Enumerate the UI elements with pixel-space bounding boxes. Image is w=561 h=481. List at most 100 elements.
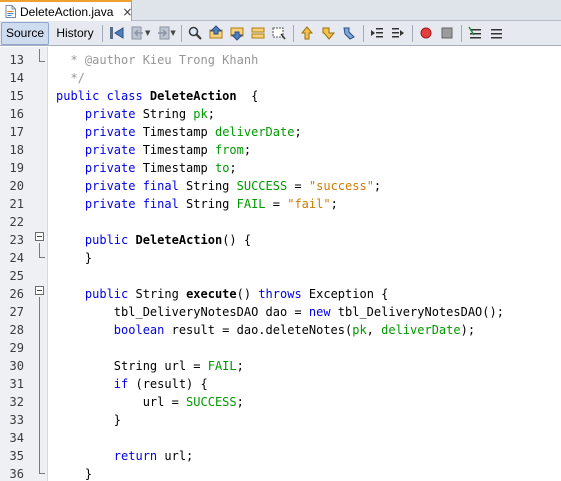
shift-left-icon[interactable] <box>367 22 388 44</box>
code-token: Timestamp <box>135 161 215 175</box>
code-token: (result) { <box>128 377 208 391</box>
code-line[interactable]: 15 public class DeleteAction { <box>0 87 561 105</box>
close-tab-icon[interactable]: × <box>122 6 132 18</box>
editor-toolbar: Source History ▼ ▼ <box>0 21 561 46</box>
code-line[interactable]: 16 private String pk; <box>0 105 561 123</box>
code-token: pk <box>193 107 208 121</box>
code-text: String url = FAIL; <box>56 357 244 375</box>
code-line[interactable]: 21 private final String FAIL = "fail"; <box>0 195 561 213</box>
code-line[interactable]: 33 } <box>0 411 561 429</box>
code-token: private final <box>84 197 179 211</box>
back-dropdown-icon[interactable]: ▼ <box>145 29 150 37</box>
code-text: if (result) { <box>56 375 208 393</box>
find-icon[interactable] <box>185 22 206 44</box>
code-token: DeleteAction <box>149 89 237 103</box>
code-line[interactable]: 36 } <box>0 465 561 481</box>
java-file-icon <box>5 5 16 18</box>
code-line[interactable]: 26 public String execute() throws Except… <box>0 285 561 303</box>
line-number: 13 <box>9 53 24 67</box>
code-token: ; <box>229 161 237 175</box>
code-line[interactable]: 19 private Timestamp to; <box>0 159 561 177</box>
line-number: 26 <box>9 287 24 301</box>
code-line[interactable]: 22 <box>0 213 561 231</box>
comment-icon[interactable] <box>465 22 486 44</box>
code-token: } <box>56 467 93 481</box>
file-tab[interactable]: DeleteAction.java × <box>0 0 132 21</box>
last-edit-icon[interactable] <box>106 22 127 44</box>
code-token: private <box>84 143 136 157</box>
line-number: 27 <box>9 305 24 319</box>
code-token: String <box>178 179 237 193</box>
code-line[interactable]: 32 url = SUCCESS; <box>0 393 561 411</box>
code-line[interactable]: 29 <box>0 339 561 357</box>
code-token: SUCCESS <box>236 179 288 193</box>
code-token: () <box>236 287 259 301</box>
source-button[interactable]: Source <box>1 21 49 45</box>
toolbar-separator <box>102 24 103 42</box>
fold-end-marker <box>39 257 45 258</box>
code-token: return <box>113 449 158 463</box>
code-token: url; <box>157 449 194 463</box>
line-number: 18 <box>9 143 24 157</box>
code-text: private final String FAIL = "fail"; <box>56 195 338 213</box>
code-token: ); <box>460 323 476 337</box>
toggle-bookmark-icon[interactable] <box>339 22 360 44</box>
toolbar-separator <box>362 24 364 42</box>
code-token: to <box>214 161 230 175</box>
code-line[interactable]: 34 <box>0 429 561 447</box>
editor-tab-bar: DeleteAction.java × <box>0 0 561 21</box>
code-token: FAIL <box>207 359 237 373</box>
code-token: Timestamp <box>135 125 215 139</box>
history-button[interactable]: History <box>51 22 99 45</box>
code-line[interactable]: 13 * @author Kieu Trong Khanh <box>0 51 561 69</box>
code-line[interactable]: 20 private final String SUCCESS = "succe… <box>0 177 561 195</box>
code-text: public DeleteAction() { <box>56 231 251 249</box>
line-number: 19 <box>9 161 24 175</box>
start-macro-icon[interactable] <box>416 22 437 44</box>
code-text: url = SUCCESS; <box>56 393 244 411</box>
code-line[interactable]: 28 boolean result = dao.deleteNotes(pk, … <box>0 321 561 339</box>
forward-dropdown-icon[interactable]: ▼ <box>170 29 175 37</box>
code-token: tbl_DeliveryNotesDAO dao = <box>56 305 309 319</box>
toolbar-separator <box>411 24 413 42</box>
code-text: } <box>56 249 92 267</box>
toggle-highlight-icon[interactable] <box>269 22 290 44</box>
uncomment-icon[interactable] <box>486 22 507 44</box>
fold-toggle-icon[interactable] <box>35 232 44 241</box>
fold-toggle-icon[interactable] <box>35 286 44 295</box>
code-line[interactable]: 25 <box>0 267 561 285</box>
code-token: String url = <box>56 359 208 373</box>
line-number: 33 <box>9 413 24 427</box>
code-token: String <box>135 107 194 121</box>
code-line[interactable]: 27 tbl_DeliveryNotesDAO dao = new tbl_De… <box>0 303 561 321</box>
code-token: "success" <box>308 179 374 193</box>
find-selection-icon[interactable] <box>248 22 269 44</box>
code-token: ; <box>294 125 302 139</box>
code-line[interactable]: 23 public DeleteAction() { <box>0 231 561 249</box>
find-previous-icon[interactable] <box>206 22 227 44</box>
previous-bookmark-icon[interactable] <box>297 22 318 44</box>
code-line[interactable]: 17 private Timestamp deliverDate; <box>0 123 561 141</box>
code-text: private String pk; <box>56 105 215 123</box>
next-bookmark-icon[interactable] <box>318 22 339 44</box>
code-line[interactable]: 24 } <box>0 249 561 267</box>
line-number: 28 <box>9 323 24 337</box>
stop-macro-icon[interactable] <box>437 22 458 44</box>
code-line[interactable]: 31 if (result) { <box>0 375 561 393</box>
line-number: 21 <box>9 197 24 211</box>
code-line[interactable]: 30 String url = FAIL; <box>0 357 561 375</box>
code-token: from <box>214 143 244 157</box>
shift-right-icon[interactable] <box>388 22 409 44</box>
code-line[interactable]: 18 private Timestamp from; <box>0 141 561 159</box>
code-line[interactable]: 14 */ <box>0 69 561 87</box>
code-line[interactable]: 35 return url; <box>0 447 561 465</box>
code-editor[interactable]: 13 * @author Kieu Trong Khanh 14 */15 publ… <box>0 47 561 481</box>
find-next-icon[interactable] <box>227 22 248 44</box>
code-token: = <box>265 197 288 211</box>
